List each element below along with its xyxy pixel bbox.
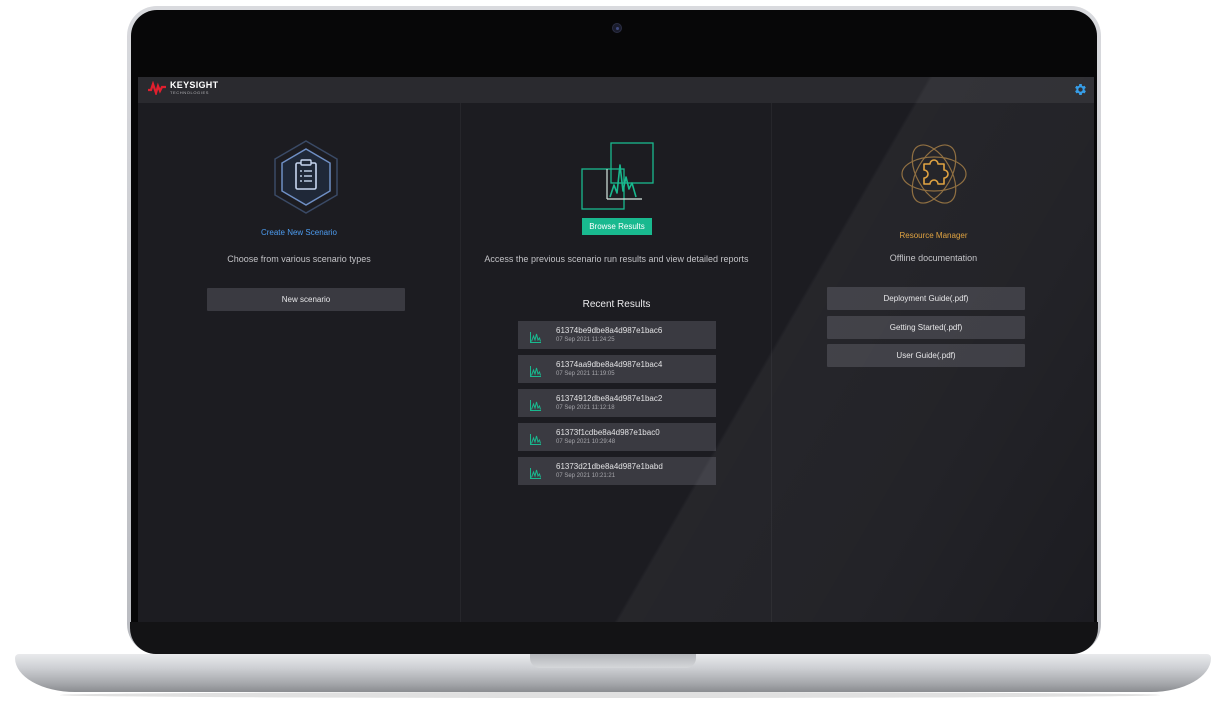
recent-result-item[interactable]: 61373f1cdbe8a4d987e1bac0 07 Sep 2021 10:2… (518, 423, 716, 451)
app-header: KEYSIGHT TECHNOLOGIES (138, 77, 1094, 103)
recent-result-item[interactable]: 61374912dbe8a4d987e1bac2 07 Sep 2021 11:1… (518, 389, 716, 417)
recent-results-heading: Recent Results (582, 299, 651, 310)
laptop-chin (130, 622, 1098, 654)
getting-started-button[interactable]: Getting Started(.pdf) (827, 316, 1025, 339)
brand-subtitle: TECHNOLOGIES (170, 90, 209, 95)
laptop-base-notch (530, 654, 696, 668)
brand-logo: KEYSIGHT TECHNOLOGIES (148, 81, 218, 95)
laptop-bezel: KEYSIGHT TECHNOLOGIES Create New Scenari… (131, 10, 1097, 650)
puzzle-orbit-icon (897, 139, 971, 209)
result-timestamp: 07 Sep 2021 10:29:48 (556, 439, 616, 445)
browse-results-panel: Browse Results Access the previous scena… (462, 103, 772, 630)
recent-result-item[interactable]: 61373d21dbe8a4d987e1babd 07 Sep 2021 10:2… (518, 457, 716, 485)
recent-result-item[interactable]: 61374be9dbe8a4d987e1bac6 07 Sep 2021 11:2… (518, 321, 716, 349)
gear-icon[interactable] (1073, 82, 1088, 97)
result-timestamp: 07 Sep 2021 10:21:21 (556, 473, 616, 479)
result-timestamp: 07 Sep 2021 11:24:25 (556, 337, 615, 343)
result-chart-icon (530, 364, 541, 377)
result-timestamp: 07 Sep 2021 11:12:18 (556, 405, 615, 411)
resource-manager-link[interactable]: Resource Manager (773, 231, 1094, 240)
result-id: 61373f1cdbe8a4d987e1bac0 (556, 428, 660, 437)
result-chart-icon (530, 432, 541, 445)
laptop-lid: KEYSIGHT TECHNOLOGIES Create New Scenari… (127, 6, 1101, 654)
new-scenario-button[interactable]: New scenario (207, 288, 405, 311)
app-screen: KEYSIGHT TECHNOLOGIES Create New Scenari… (138, 77, 1094, 630)
browse-description: Access the previous scenario run results… (484, 254, 749, 264)
result-chart-icon (530, 466, 541, 479)
result-id: 61373d21dbe8a4d987e1babd (556, 462, 663, 471)
results-chart-icon (580, 141, 656, 213)
deployment-guide-button[interactable]: Deployment Guide(.pdf) (827, 287, 1025, 310)
user-guide-button[interactable]: User Guide(.pdf) (827, 344, 1025, 367)
result-id: 61374912dbe8a4d987e1bac2 (556, 394, 663, 403)
keysight-wave-icon (148, 81, 166, 95)
result-id: 61374aa9dbe8a4d987e1bac4 (556, 360, 663, 369)
result-timestamp: 07 Sep 2021 11:19:05 (556, 371, 615, 377)
laptop-shadow (60, 692, 1160, 698)
webcam (612, 23, 622, 33)
resources-description: Offline documentation (889, 253, 978, 263)
clipboard-hexagon-icon (272, 139, 340, 215)
recent-result-item[interactable]: 61374aa9dbe8a4d987e1bac4 07 Sep 2021 11:1… (518, 355, 716, 383)
create-description: Choose from various scenario types (227, 254, 371, 264)
result-chart-icon (530, 398, 541, 411)
brand-name: KEYSIGHT (170, 80, 219, 90)
result-chart-icon (530, 330, 541, 343)
create-new-scenario-link[interactable]: Create New Scenario (138, 228, 460, 237)
create-scenario-panel: Create New Scenario Choose from various … (138, 103, 461, 630)
result-id: 61374be9dbe8a4d987e1bac6 (556, 326, 663, 335)
browse-results-button[interactable]: Browse Results (582, 218, 652, 235)
resource-manager-panel: Resource Manager Offline documentation D… (773, 103, 1094, 630)
